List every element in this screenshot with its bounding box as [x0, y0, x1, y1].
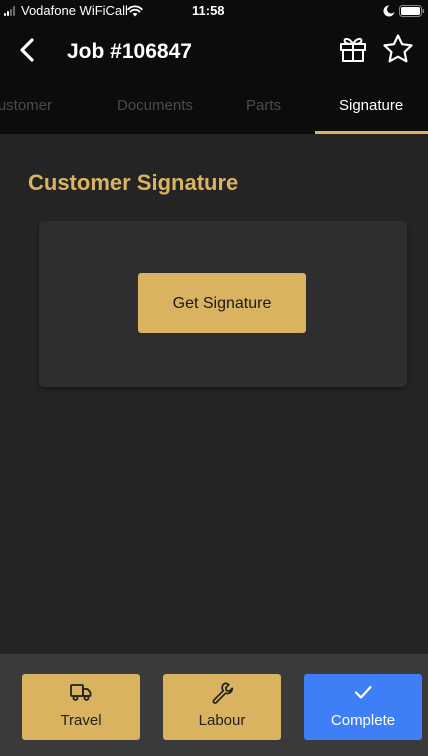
signal-strength-icon	[4, 6, 18, 16]
back-chevron-icon[interactable]	[14, 36, 42, 64]
bottom-action-bar: Travel Labour Complete	[0, 654, 428, 756]
battery-icon	[399, 5, 425, 17]
app-header: Job #106847	[0, 22, 428, 82]
complete-label: Complete	[330, 712, 396, 729]
complete-button[interactable]: Complete	[304, 674, 422, 740]
travel-label: Travel	[60, 712, 102, 729]
travel-button[interactable]: Travel	[22, 674, 140, 740]
status-bar: Vodafone WiFiCall 11:58	[0, 0, 428, 22]
active-tab-indicator	[315, 131, 428, 134]
labour-button[interactable]: Labour	[163, 674, 281, 740]
tab-parts[interactable]: Parts	[246, 82, 281, 134]
signature-card: Get Signature	[39, 221, 407, 387]
section-title: Customer Signature	[28, 170, 239, 195]
wrench-icon	[212, 682, 234, 704]
tab-bar: Customer Documents Parts Signature	[0, 82, 428, 134]
truck-icon	[70, 684, 92, 701]
labour-label: Labour	[198, 712, 246, 729]
job-screen: Vodafone WiFiCall 11:58 Job #106847 usto…	[0, 0, 428, 756]
tab-documents[interactable]: Documents	[117, 82, 193, 134]
wifi-icon	[127, 5, 143, 17]
tab-customer[interactable]: Customer	[0, 82, 52, 134]
gift-icon[interactable]	[338, 34, 368, 64]
checkmark-icon	[354, 685, 372, 699]
carrier-name: Vodafone WiFiCall	[21, 3, 128, 18]
do-not-disturb-icon	[383, 5, 395, 17]
tab-signature[interactable]: Signature	[339, 82, 403, 134]
status-time: 11:58	[192, 3, 225, 18]
star-icon[interactable]	[382, 33, 414, 65]
get-signature-button[interactable]: Get Signature	[138, 273, 306, 333]
page-title: Job #106847	[67, 40, 192, 63]
